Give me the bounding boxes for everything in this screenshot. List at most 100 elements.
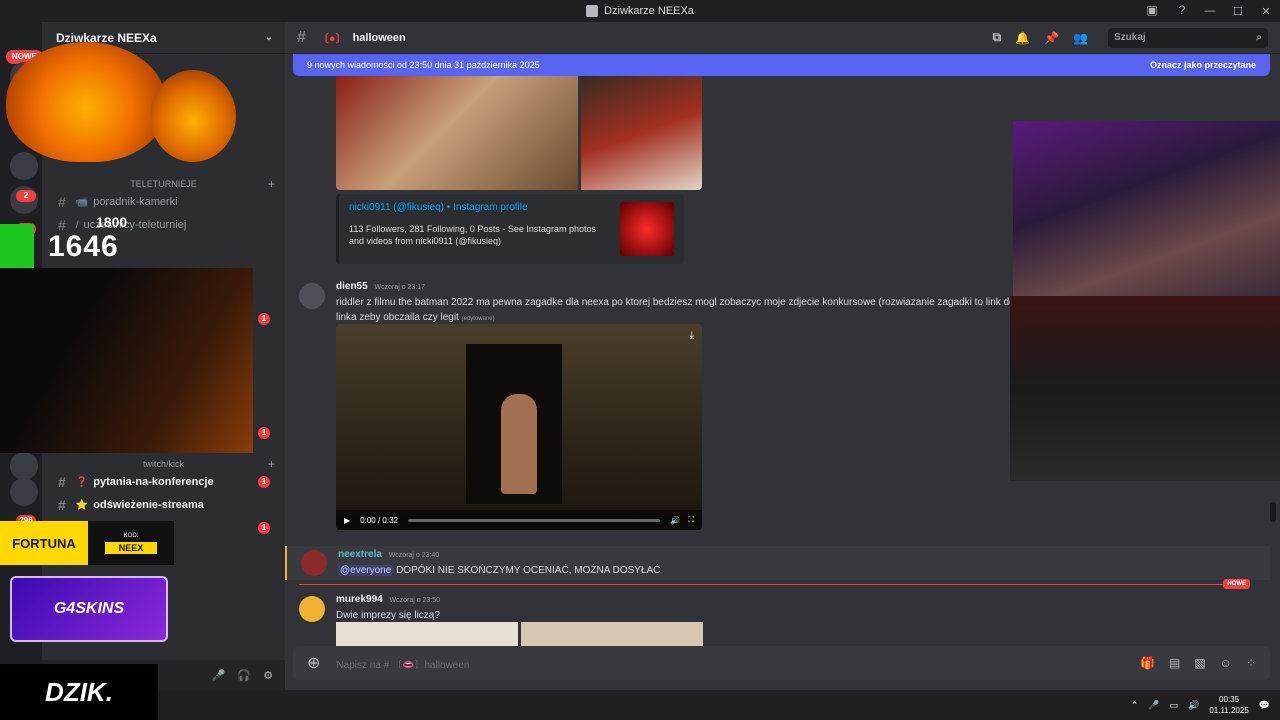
close-button[interactable]: ✕ <box>1252 5 1280 18</box>
webcam-overlay <box>1013 121 1280 296</box>
clock-time: 00:35 <box>1219 695 1240 704</box>
play-icon[interactable]: ▶ <box>344 516 350 525</box>
embed-thumbnail[interactable] <box>620 202 674 256</box>
unread-badge: 1 <box>258 313 270 325</box>
mention[interactable]: @everyone <box>338 565 394 576</box>
hash-icon: # <box>297 28 306 46</box>
sponsor-code-label: KOD: <box>123 532 139 539</box>
author-name: neextrela <box>338 549 382 560</box>
embed-description: 113 Followers, 281 Following, 0 Posts - … <box>349 224 596 246</box>
channel-pytania-na-konferencje[interactable]: # ❓ pytania-na-konferencje 1 <box>50 471 280 493</box>
headphones-icon[interactable]: 🎧 <box>237 669 251 682</box>
maximize-button[interactable]: ☐ <box>1224 5 1252 18</box>
notifications-icon[interactable]: 💬 <box>1259 700 1270 711</box>
webcam-overlay <box>1010 296 1280 481</box>
microphone-icon[interactable]: 🎤 <box>212 669 226 682</box>
webcam-overlay <box>0 268 253 453</box>
overlay-decoration <box>0 224 34 268</box>
video-seekbar[interactable] <box>407 518 661 522</box>
attachment-image[interactable] <box>336 76 578 190</box>
server-badge: 2 <box>16 190 36 202</box>
attachment-image[interactable] <box>521 622 703 646</box>
avatar[interactable] <box>299 283 325 309</box>
minimize-button[interactable]: — <box>1196 5 1224 17</box>
unread-badge: 1 <box>258 522 270 534</box>
avatar[interactable] <box>299 596 325 622</box>
microphone-icon[interactable]: 🎤 <box>1148 700 1159 711</box>
server-icon[interactable] <box>10 452 38 480</box>
channel-header: # 〔●〕 halloween ⧉ 🔔 📌 👥 Szukaj ⌕ <box>285 22 1280 54</box>
discord-app-icon <box>586 5 599 17</box>
inbox-icon[interactable]: ▣ <box>1144 3 1160 19</box>
scrollbar[interactable] <box>1270 502 1276 522</box>
hash-icon: # <box>58 474 66 490</box>
new-messages-text: 9 nowych wiadomości od 23:50 dnia 31 paź… <box>307 60 540 70</box>
gear-icon[interactable]: ⚙ <box>263 669 273 682</box>
avatar[interactable] <box>301 550 327 576</box>
gif-icon[interactable]: ▤ <box>1169 656 1180 670</box>
message-body: DOPÓKI NIE SKOŃCZYMY OCENIAĆ, MOŻNA DOSY… <box>396 565 661 576</box>
message-author[interactable]: murek994 Wczoraj o 23:50 <box>336 594 440 605</box>
channel-emoji: ⭐ <box>75 499 89 511</box>
clock-date: 01.11.2025 <box>1209 706 1249 715</box>
link-embed: nicki0911 (@fikusieq) • Instagram profil… <box>336 194 684 264</box>
search-input[interactable]: Szukaj ⌕ <box>1108 27 1268 48</box>
channel-emoji: / <box>75 219 79 231</box>
category-teleturnieje[interactable]: TELETURNIEJE + <box>42 176 285 192</box>
mark-as-read-button[interactable]: Oznacz jako przeczytane <box>1150 60 1256 70</box>
volume-icon[interactable]: 🔊 <box>1188 700 1199 711</box>
network-icon[interactable]: ▭ <box>1170 700 1179 711</box>
search-placeholder: Szukaj <box>1114 32 1146 43</box>
channel-poradnik-kamerki[interactable]: # 📹 poradnik-kamerki <box>50 191 280 213</box>
members-icon[interactable]: 👥 <box>1073 31 1088 45</box>
overlay-counter-small: 1800 <box>96 214 128 230</box>
message-time: Wczoraj o 23:17 <box>374 284 426 291</box>
pumpkin-overlay <box>150 70 236 162</box>
add-attachment-icon[interactable]: ⊕ <box>307 653 320 673</box>
search-icon: ⌕ <box>1256 32 1262 43</box>
bell-icon[interactable]: 🔔 <box>1015 31 1030 45</box>
pin-icon[interactable]: 📌 <box>1044 31 1059 45</box>
sticker-icon[interactable]: ▧ <box>1194 656 1205 670</box>
attachment-image[interactable] <box>581 76 702 190</box>
clock[interactable]: 00:35 01.11.2025 <box>1209 694 1248 716</box>
add-channel-icon[interactable]: + <box>268 177 275 191</box>
emoji-icon[interactable]: ☺ <box>1220 656 1232 670</box>
channel-emoji: ❓ <box>75 476 89 488</box>
channel-odswiezenie-streama[interactable]: # ⭐ odświeżenie-streama <box>50 494 280 516</box>
new-messages-bar[interactable]: 9 nowych wiadomości od 23:50 dnia 31 paź… <box>293 54 1270 76</box>
lips-icon: 〔●〕 <box>317 32 347 45</box>
video-player[interactable]: ⤓ ▶ 0:00 / 0:32 🔊 ⛶ <box>336 324 702 530</box>
add-channel-icon[interactable]: + <box>268 457 275 471</box>
category-twitch-kick[interactable]: twitch/kick + <box>42 456 285 472</box>
new-messages-divider <box>299 584 1244 585</box>
server-icon[interactable] <box>10 478 38 506</box>
help-icon[interactable]: ? <box>1174 3 1190 19</box>
server-icon[interactable] <box>10 152 38 180</box>
message-highlighted: neextrela Wczoraj o 23:40 @everyone DOPÓ… <box>285 546 1270 580</box>
video-time: 0:00 / 0:32 <box>360 515 398 525</box>
overlay-counter-big: 1646 <box>48 230 119 263</box>
fullscreen-icon[interactable]: ⛶ <box>688 515 694 525</box>
volume-icon[interactable]: 🔊 <box>670 516 680 525</box>
channel-label: poradnik-kamerki <box>93 196 178 208</box>
category-label: TELETURNIEJE <box>130 179 197 189</box>
threads-icon[interactable]: ⧉ <box>993 30 1002 45</box>
chevron-down-icon: ⌄ <box>264 32 273 43</box>
attachment-image[interactable] <box>336 622 518 646</box>
channel-emoji: 📹 <box>75 196 89 208</box>
message-author[interactable]: neextrela Wczoraj o 23:40 <box>338 549 439 560</box>
channel-label: pytania-na-konferencje <box>93 476 214 488</box>
gift-icon[interactable]: 🎁 <box>1140 656 1155 670</box>
message-author[interactable]: dien55 Wczoraj o 23:17 <box>336 281 425 292</box>
hash-icon: # <box>58 497 66 513</box>
channel-label: odświeżenie-streama <box>93 499 204 511</box>
download-icon[interactable]: ⤓ <box>690 330 694 341</box>
message-time: Wczoraj o 23:50 <box>389 597 441 604</box>
sponsor-logo: G4SKINS <box>10 576 168 642</box>
edited-label: (edytowane) <box>461 316 495 322</box>
chevron-up-icon[interactable]: ⌃ <box>1131 700 1139 711</box>
apps-icon[interactable]: ⁘ <box>1246 656 1256 670</box>
author-name: murek994 <box>336 594 383 605</box>
message-composer[interactable]: ⊕ Napisz na # 〔👄〕halloween 🎁 ▤ ▧ ☺ ⁘ <box>293 646 1270 680</box>
